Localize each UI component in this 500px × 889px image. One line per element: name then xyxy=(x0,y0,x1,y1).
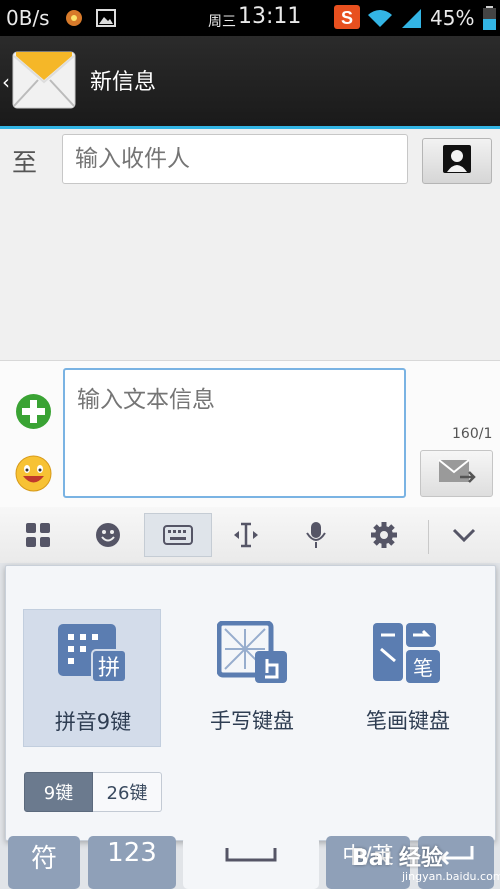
send-mail-icon xyxy=(437,458,476,489)
recipient-input[interactable] xyxy=(62,134,408,184)
contact-picker-button[interactable] xyxy=(422,138,492,184)
number-key[interactable]: 123 xyxy=(88,836,176,889)
weekday: 周三 xyxy=(208,14,236,30)
pinyin-9-icon: 拼 xyxy=(58,622,128,688)
message-input[interactable] xyxy=(63,368,406,498)
keyboard-icon[interactable] xyxy=(144,513,212,557)
stroke-label: 笔画键盘 xyxy=(366,709,450,733)
toolbar-divider xyxy=(428,520,429,554)
pinyin-9-label: 拼音9键 xyxy=(54,710,132,734)
net-speed: 0B/s xyxy=(6,6,50,30)
status-bar: 0B/s 周三 13:11 S 45% xyxy=(0,0,500,36)
pinyin-9-option[interactable]: 拼 拼音9键 xyxy=(23,609,161,747)
toggle-26-keys[interactable]: 26键 xyxy=(93,772,162,812)
clock: 13:11 xyxy=(238,4,302,29)
emoji-icon[interactable] xyxy=(80,507,136,563)
watermark-url: jingyan.baidu.com xyxy=(402,870,500,883)
back-chevron-icon[interactable]: ‹ xyxy=(2,70,10,94)
baidu-watermark: Bai 经验 xyxy=(352,846,443,871)
handwriting-option[interactable]: 手写键盘 xyxy=(183,609,321,747)
wifi-icon xyxy=(366,7,394,33)
contact-icon xyxy=(443,145,471,177)
svg-text:S: S xyxy=(341,8,353,28)
space-bar-icon xyxy=(225,848,277,862)
battery-percent: 45% xyxy=(430,6,475,30)
add-attachment-icon[interactable] xyxy=(15,393,52,434)
stroke-icon: 笔 xyxy=(373,621,443,689)
svg-text:笔: 笔 xyxy=(413,656,433,680)
battery-icon xyxy=(483,6,496,34)
image-icon xyxy=(96,9,116,31)
cursor-icon[interactable] xyxy=(218,507,274,563)
collapse-chevron-icon[interactable] xyxy=(436,507,492,563)
space-key[interactable] xyxy=(183,836,319,889)
emoji-face-icon[interactable] xyxy=(15,455,52,496)
handwriting-label: 手写键盘 xyxy=(210,709,294,733)
settings-icon[interactable] xyxy=(356,507,412,563)
toggle-9-keys[interactable]: 9键 xyxy=(24,772,93,812)
grid-menu-icon[interactable] xyxy=(10,507,66,563)
signal-icon xyxy=(400,7,422,33)
handwriting-icon xyxy=(216,620,291,689)
stroke-option[interactable]: 笔 笔画键盘 xyxy=(339,609,477,747)
to-label: 至 xyxy=(12,148,38,177)
char-counter: 160/1 xyxy=(452,426,493,442)
envelope-icon[interactable] xyxy=(12,48,76,114)
page-title: 新信息 xyxy=(90,70,157,95)
sogou-icon: S xyxy=(334,5,360,33)
gamepad-icon xyxy=(64,9,84,31)
svg-text:拼: 拼 xyxy=(98,656,120,681)
symbol-key[interactable]: 符 xyxy=(8,836,80,889)
send-button[interactable] xyxy=(420,450,493,497)
microphone-icon[interactable] xyxy=(288,507,344,563)
